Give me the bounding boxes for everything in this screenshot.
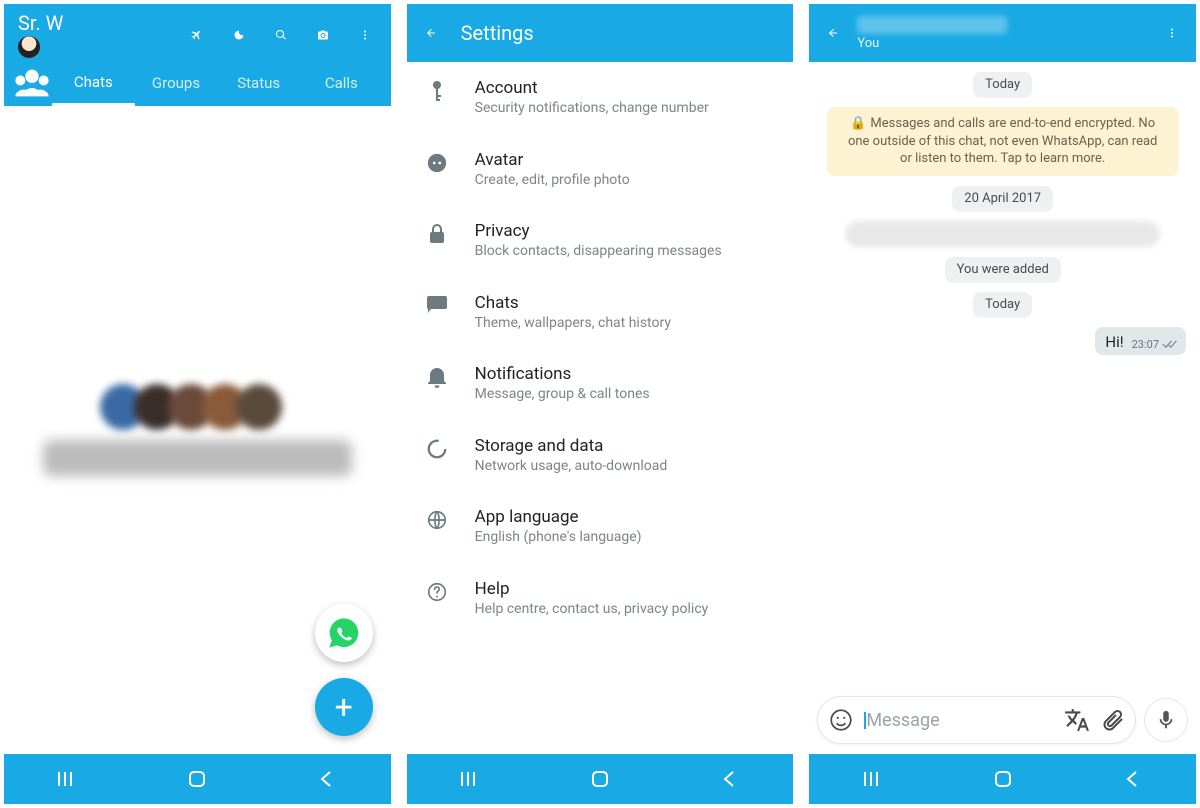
item-sub: Security notifications, change number [475,100,709,118]
key-icon [425,80,449,102]
user-avatar [18,36,40,58]
help-icon [425,581,449,603]
tab-groups[interactable]: Groups [135,62,218,104]
settings-item-help[interactable]: Help Help centre, contact us, privacy pol… [407,563,794,635]
globe-icon [425,509,449,531]
item-sub: Message, group & call tones [475,386,650,404]
system-chip-added: You were added [945,257,1061,282]
encryption-banner[interactable]: 🔒Messages and calls are end-to-end encry… [827,107,1179,176]
sysnav-back[interactable] [699,770,759,788]
item-title: App language [475,507,642,527]
item-sub: Theme, wallpapers, chat history [475,315,671,333]
face-icon [425,152,449,174]
chat-header-title[interactable]: You [857,16,1007,51]
chat-icon [425,295,449,313]
chat-list-empty: + [4,106,391,754]
item-sub: Help centre, contact us, privacy policy [475,601,709,619]
item-title: Privacy [475,221,722,241]
header: You [809,4,1196,62]
tab-chats[interactable]: Chats [52,61,135,106]
tab-bar: Chats Groups Status Calls [4,60,391,106]
date-chip: 20 April 2017 [952,186,1053,211]
sysnav-recents[interactable] [38,771,98,787]
date-chip-today-2: Today [973,292,1032,317]
sysnav-back[interactable] [296,770,356,788]
item-sub: Network usage, auto-download [475,458,668,476]
input-placeholder: Message [866,710,1051,731]
item-title: Storage and data [475,436,668,456]
chat-subtitle: You [857,36,1007,51]
sysnav-home[interactable] [167,769,227,789]
item-sub: Create, edit, profile photo [475,172,630,190]
back-icon[interactable] [419,21,443,45]
camera-icon[interactable] [311,23,335,47]
tab-calls[interactable]: Calls [300,62,383,104]
bell-icon [425,366,449,388]
phone-settings: Settings Account Security notifications, … [407,4,794,804]
header: Settings [407,4,794,62]
sysnav-home[interactable] [973,769,1033,789]
settings-item-notifications[interactable]: Notifications Message, group & call tones [407,348,794,420]
translate-icon[interactable] [1063,707,1089,733]
encryption-text: Messages and calls are end-to-end encryp… [848,116,1157,166]
settings-item-account[interactable]: Account Security notifications, change nu… [407,62,794,134]
data-usage-icon [425,438,449,460]
airplane-icon[interactable] [185,23,209,47]
community-icon[interactable] [12,71,52,95]
item-title: Help [475,579,709,599]
voice-message-button[interactable] [1144,698,1188,742]
system-nav [809,754,1196,804]
more-icon[interactable] [353,23,377,47]
attach-icon[interactable] [1101,708,1125,732]
more-icon[interactable] [1160,21,1184,45]
date-chip-today: Today [973,72,1032,97]
chat-name-blurred [857,16,1007,34]
sysnav-home[interactable] [570,769,630,789]
lock-icon: 🔒 [850,116,866,131]
lock-icon [425,223,449,245]
item-title: Avatar [475,150,630,170]
item-title: Notifications [475,364,650,384]
moon-icon[interactable] [227,23,251,47]
emoji-icon[interactable] [828,707,854,733]
chat-body: Today 🔒Messages and calls are end-to-end… [809,62,1196,690]
message-input-bar: Message [809,690,1196,754]
system-nav [407,754,794,804]
system-nav [4,754,391,804]
settings-item-avatar[interactable]: Avatar Create, edit, profile photo [407,134,794,206]
item-title: Account [475,78,709,98]
message-time: 23:07 [1132,338,1159,351]
double-check-icon [1162,339,1178,349]
settings-item-chats[interactable]: Chats Theme, wallpapers, chat history [407,277,794,349]
sysnav-recents[interactable] [441,771,501,787]
blurred-text [43,440,352,476]
current-user[interactable]: Sr. W [18,12,63,58]
whatsapp-fab[interactable] [315,604,373,662]
sysnav-back[interactable] [1102,770,1162,788]
phone-chats: Sr. W [4,4,391,804]
message-text: Hi! [1105,333,1123,351]
sysnav-recents[interactable] [844,771,904,787]
back-icon[interactable] [821,21,845,45]
settings-item-language[interactable]: App language English (phone's language) [407,491,794,563]
blurred-message [845,221,1160,247]
tab-status[interactable]: Status [217,62,300,104]
settings-item-storage[interactable]: Storage and data Network usage, auto-down… [407,420,794,492]
search-icon[interactable] [269,23,293,47]
blurred-avatars [112,384,282,430]
user-name: Sr. W [18,12,63,34]
phone-chat-thread: You Today 🔒Messages and calls are end-to… [809,4,1196,804]
item-sub: English (phone's language) [475,529,642,547]
outgoing-message[interactable]: Hi! 23:07 [1095,327,1186,355]
message-input[interactable]: Message [817,696,1136,744]
settings-item-privacy[interactable]: Privacy Block contacts, disappearing mess… [407,205,794,277]
new-chat-fab[interactable]: + [315,678,373,736]
item-title: Chats [475,293,671,313]
header: Sr. W [4,4,391,106]
item-sub: Block contacts, disappearing messages [475,243,722,261]
settings-title: Settings [461,21,534,45]
settings-list: Account Security notifications, change nu… [407,62,794,754]
